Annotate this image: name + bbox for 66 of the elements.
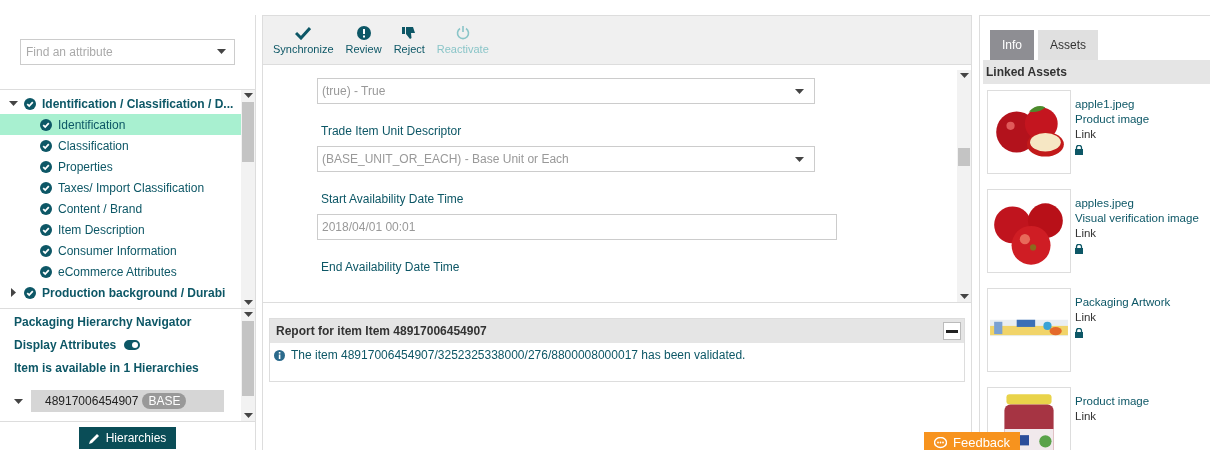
report-title: Report for item Item 48917006454907 [276,324,487,338]
scroll-up-icon [243,312,253,317]
tree-item[interactable]: eCommerce Attributes [0,261,241,282]
hierarchy-node[interactable]: 48917006454907 BASE [31,390,224,412]
asset-filename: apples.jpeg [1075,197,1135,209]
expand-caret-icon[interactable] [14,398,23,404]
asset-type: Product image [1075,395,1150,407]
tree-item[interactable]: Identification / Classification / D... [0,93,241,114]
scroll-down-icon [959,294,969,299]
tree-item[interactable]: Taxes/ Import Classification [0,177,241,198]
scroll-down-icon [243,300,253,305]
hierarchy-availability-text: Item is available in 1 Hierarchies [14,361,200,375]
exclamation-circle-icon [356,25,371,40]
field-label: End Availability Date Time [321,260,461,274]
field-label: Start Availability Date Time [321,192,465,206]
attribute-search-field[interactable]: Find an attribute [20,39,235,65]
scroll-down-icon [243,413,253,418]
tree-item[interactable]: Identification [0,114,241,135]
info-icon [274,349,285,361]
speech-bubble-icon [934,436,947,449]
asset-filename: apple1.jpeg [1075,98,1136,110]
scroll-up-icon [243,93,253,98]
toolbar-button[interactable]: Review [345,25,382,55]
tree-item[interactable]: Consumer Information [0,240,241,261]
display-attributes-label: Display Attributes [14,338,117,352]
asset-type: Product image [1075,113,1150,125]
scroll-thumb[interactable] [958,148,970,166]
asset-type: Packaging Artwork [1075,296,1171,308]
tree-item[interactable]: Production background / Durabi [0,282,241,303]
tree-item[interactable]: Item Description [0,219,241,240]
asset-type: Visual verification image [1075,212,1199,224]
asset-link[interactable]: Link [1075,311,1171,323]
scroll-thumb[interactable] [242,102,254,162]
tab[interactable]: Assets [1038,30,1099,60]
expand-caret-icon [8,101,18,106]
collapse-button[interactable] [943,322,961,340]
validation-message: The item 48917006454907/3252325338000/276/8800008000017 has been validated. [291,348,746,362]
scrollbar[interactable] [957,70,971,302]
toolbar-button[interactable]: Synchronize [273,25,334,55]
minus-icon [946,329,958,333]
linked-assets-header: Linked Assets [983,60,1210,84]
asset-link[interactable]: Link [1075,128,1150,140]
scrollbar[interactable] [241,90,255,308]
collapsed-caret-icon [10,288,16,297]
asset-link[interactable]: Link [1075,227,1199,239]
thumbs-down-icon [402,25,417,40]
gtin-text: 48917006454907 [45,394,139,408]
field-label: Trade Item Unit Descriptor [321,124,463,138]
asset-link[interactable]: Link [1075,410,1150,422]
hierarchies-button[interactable]: Hierarchies [78,427,177,449]
dropdown-caret-icon [795,156,804,162]
tree-item[interactable]: Classification [0,135,241,156]
checkmark-icon [295,25,312,40]
tree-item[interactable]: Content / Brand [0,198,241,219]
dropdown-caret-icon [217,49,226,54]
display-attributes-toggle[interactable] [124,340,141,350]
power-icon [455,25,470,40]
scroll-thumb[interactable] [242,321,254,396]
tree-item[interactable]: Properties [0,156,241,177]
scrollbar[interactable] [241,309,255,421]
navigator-title: Packaging Hierarchy Navigator [14,315,193,329]
dropdown-caret-icon [795,88,804,94]
scroll-up-icon [959,73,969,78]
pencil-icon [88,432,100,444]
base-badge: BASE [142,393,187,409]
toolbar-button[interactable]: Reject [393,25,425,55]
